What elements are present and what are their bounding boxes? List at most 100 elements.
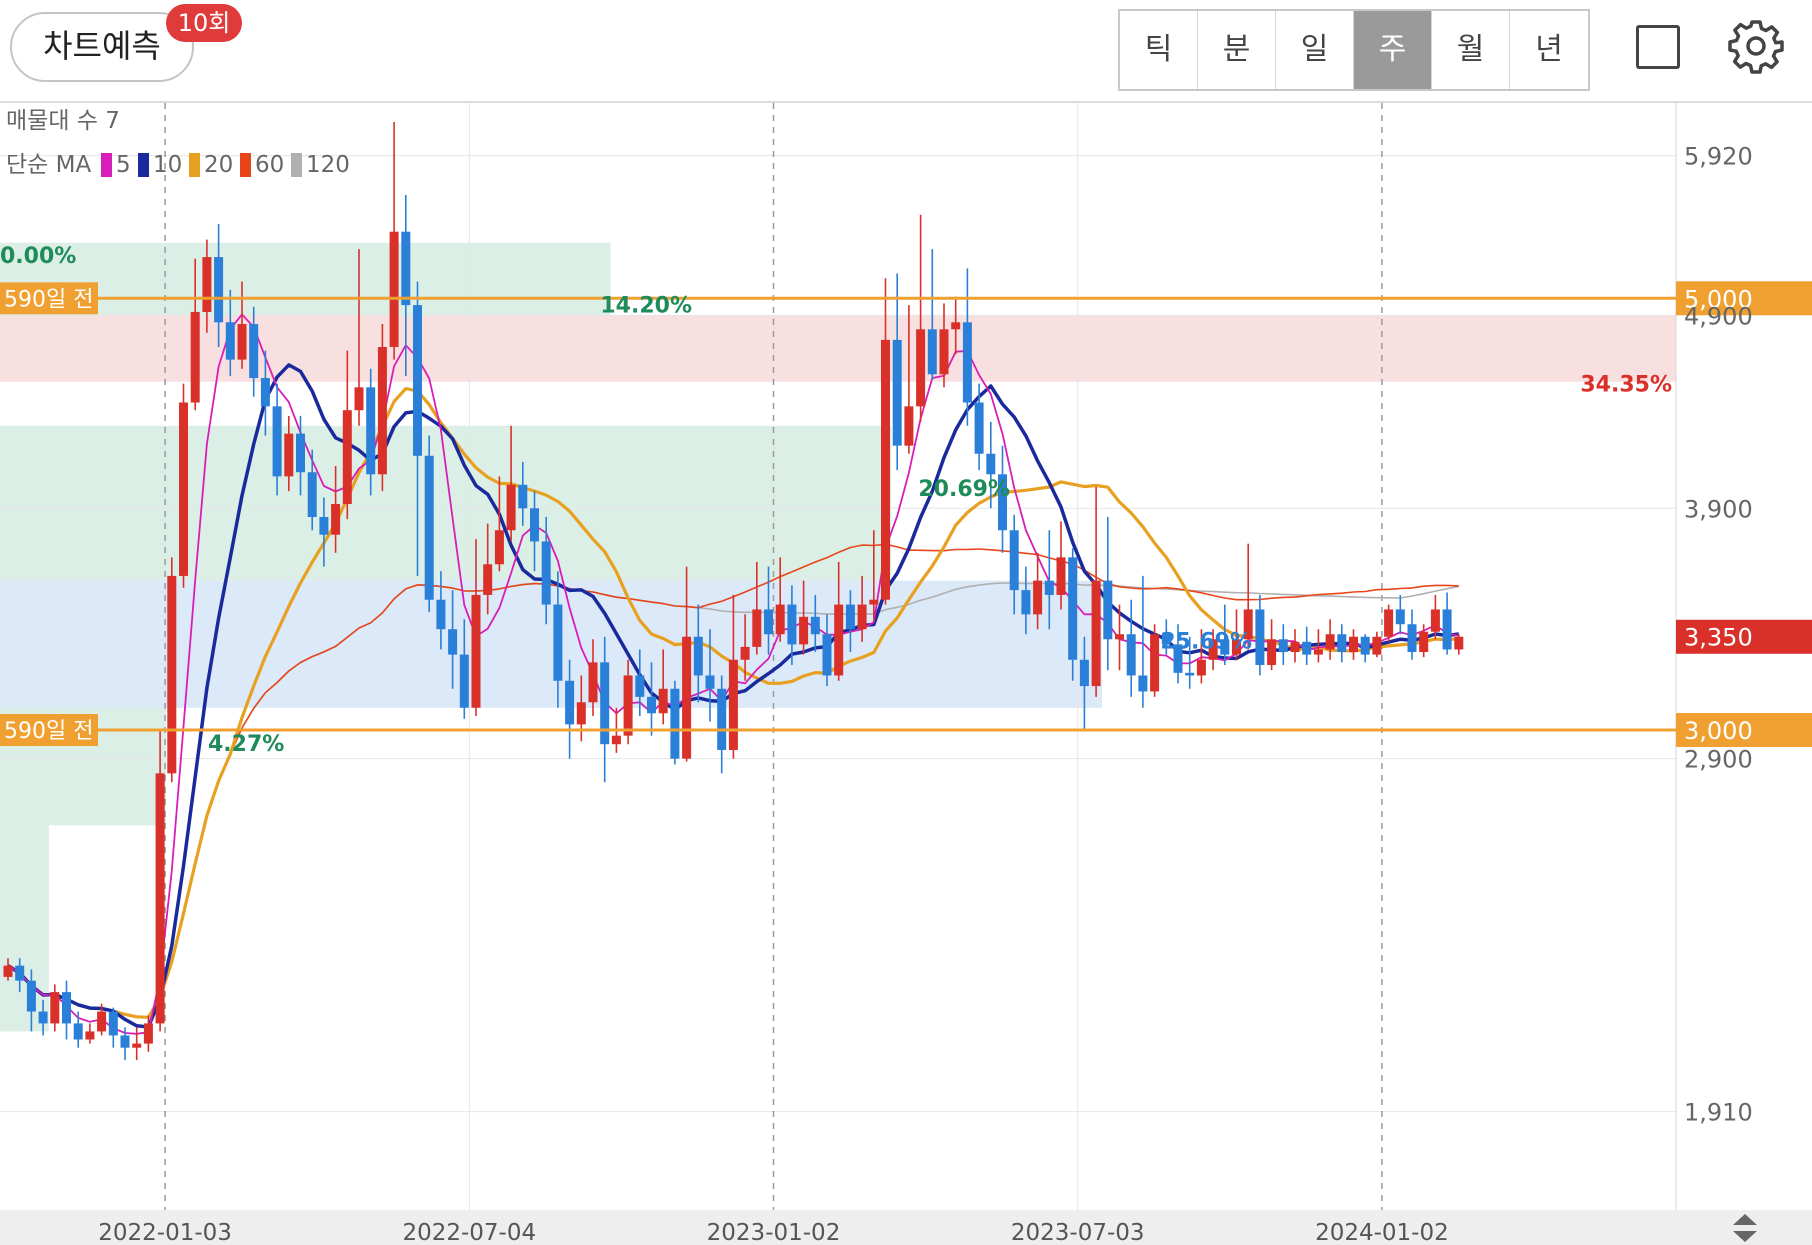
candle-body	[366, 387, 376, 475]
candle-body	[38, 1011, 48, 1024]
candle	[962, 268, 972, 426]
candle-body	[869, 599, 879, 605]
candle-body	[62, 992, 71, 1024]
top-bar: 차트예측 10회 틱 분 일 주 월 년	[0, 0, 1812, 102]
candle	[1395, 594, 1405, 635]
candle-body	[225, 322, 235, 360]
candle	[1278, 624, 1288, 665]
candle-body	[1185, 672, 1195, 676]
candle	[1267, 619, 1277, 671]
square-icon[interactable]	[1636, 25, 1680, 69]
tab-year[interactable]: 년	[1510, 11, 1588, 89]
ma-legend-period: 5	[116, 152, 131, 178]
candle-body	[939, 329, 949, 375]
tab-month[interactable]: 월	[1432, 11, 1510, 89]
scroll-arrows-icon[interactable]	[1730, 1212, 1760, 1244]
y-tick-label: 4,900	[1684, 302, 1753, 330]
candle-body	[1196, 659, 1206, 676]
y-tick-label: 5,920	[1684, 143, 1753, 171]
candle-body	[459, 654, 469, 708]
candle-body	[483, 564, 493, 595]
ma-legend-swatch	[240, 153, 251, 177]
candle-body	[108, 1011, 118, 1036]
candle-body	[448, 629, 458, 655]
candlestick-chart[interactable]: 590일 전 5,000590일 전 3,0000.00%4.27%14.20%34…	[0, 103, 1812, 1245]
candle	[1349, 629, 1358, 660]
ma-legend-swatch	[291, 153, 302, 177]
candle-body	[541, 541, 551, 605]
period-tabs: 틱 분 일 주 월 년	[1118, 9, 1590, 91]
candle-body	[1278, 639, 1288, 653]
candle-body	[892, 339, 902, 446]
ma-legend-swatch	[189, 153, 200, 177]
candle-body	[1044, 580, 1054, 595]
candle	[108, 1007, 118, 1048]
candle	[132, 1027, 142, 1061]
candle-body	[1384, 609, 1394, 637]
candle-body	[717, 688, 727, 750]
candle-body	[1103, 580, 1113, 640]
candle-body	[822, 634, 832, 676]
chart-predict-label: 차트예측	[43, 27, 161, 65]
candle	[1372, 631, 1382, 658]
candle-body	[1290, 641, 1300, 653]
candle-body	[73, 1023, 83, 1040]
candle-body	[693, 636, 703, 676]
candle	[1384, 604, 1394, 642]
candle-body	[1325, 634, 1335, 650]
candle-body	[576, 702, 586, 725]
candle	[1430, 594, 1440, 640]
candle-body	[401, 231, 411, 306]
candle-body	[1115, 634, 1124, 640]
candle-body	[143, 1023, 153, 1044]
gear-icon[interactable]	[1728, 18, 1784, 74]
candle-body	[834, 604, 844, 676]
candle-body	[658, 688, 668, 714]
candle-body	[413, 305, 422, 456]
candle-body	[916, 329, 926, 407]
zone-percent-label: 34.35%	[1580, 372, 1672, 397]
candle-body	[1419, 631, 1429, 653]
tab-day[interactable]: 일	[1276, 11, 1354, 89]
tab-minute[interactable]: 분	[1198, 11, 1276, 89]
candle	[155, 730, 165, 1032]
candle-body	[377, 347, 387, 475]
candle-body	[120, 1035, 130, 1048]
candle	[1103, 516, 1113, 671]
ma-legend-period: 20	[204, 152, 233, 178]
candle	[927, 249, 937, 380]
candle-body	[904, 406, 914, 446]
candle	[62, 980, 71, 1040]
candle	[1337, 624, 1347, 663]
candle-body	[752, 609, 762, 647]
candle	[1454, 634, 1464, 655]
candle-body	[845, 604, 855, 630]
candle-body	[331, 503, 341, 535]
candle-body	[354, 387, 364, 411]
zone-percent-label: 4.27%	[208, 732, 284, 757]
candle-body	[319, 516, 329, 535]
candle-body	[1360, 636, 1370, 655]
candle-body	[179, 402, 188, 576]
candle-body	[3, 965, 13, 977]
candle	[1442, 592, 1452, 655]
candle	[1255, 594, 1265, 676]
candle-body	[705, 675, 715, 689]
candle-body	[50, 992, 60, 1024]
candle	[85, 1023, 95, 1044]
candle-body	[1267, 639, 1277, 665]
candle-body	[1255, 609, 1265, 665]
x-tick-label: 2022-07-04	[402, 1220, 536, 1245]
candle-body	[284, 433, 294, 477]
tab-tick[interactable]: 틱	[1120, 11, 1198, 89]
candle-body	[1009, 530, 1019, 591]
candle-body	[214, 257, 224, 323]
tab-week[interactable]: 주	[1354, 11, 1432, 89]
candle-body	[342, 410, 352, 504]
candle-body	[927, 329, 937, 375]
candle-body	[1033, 580, 1043, 615]
ma-legend-period: 10	[153, 152, 182, 178]
candle-body	[1021, 590, 1031, 615]
x-tick-label: 2024-01-02	[1315, 1220, 1449, 1245]
ma-legend-period: 120	[306, 152, 350, 178]
